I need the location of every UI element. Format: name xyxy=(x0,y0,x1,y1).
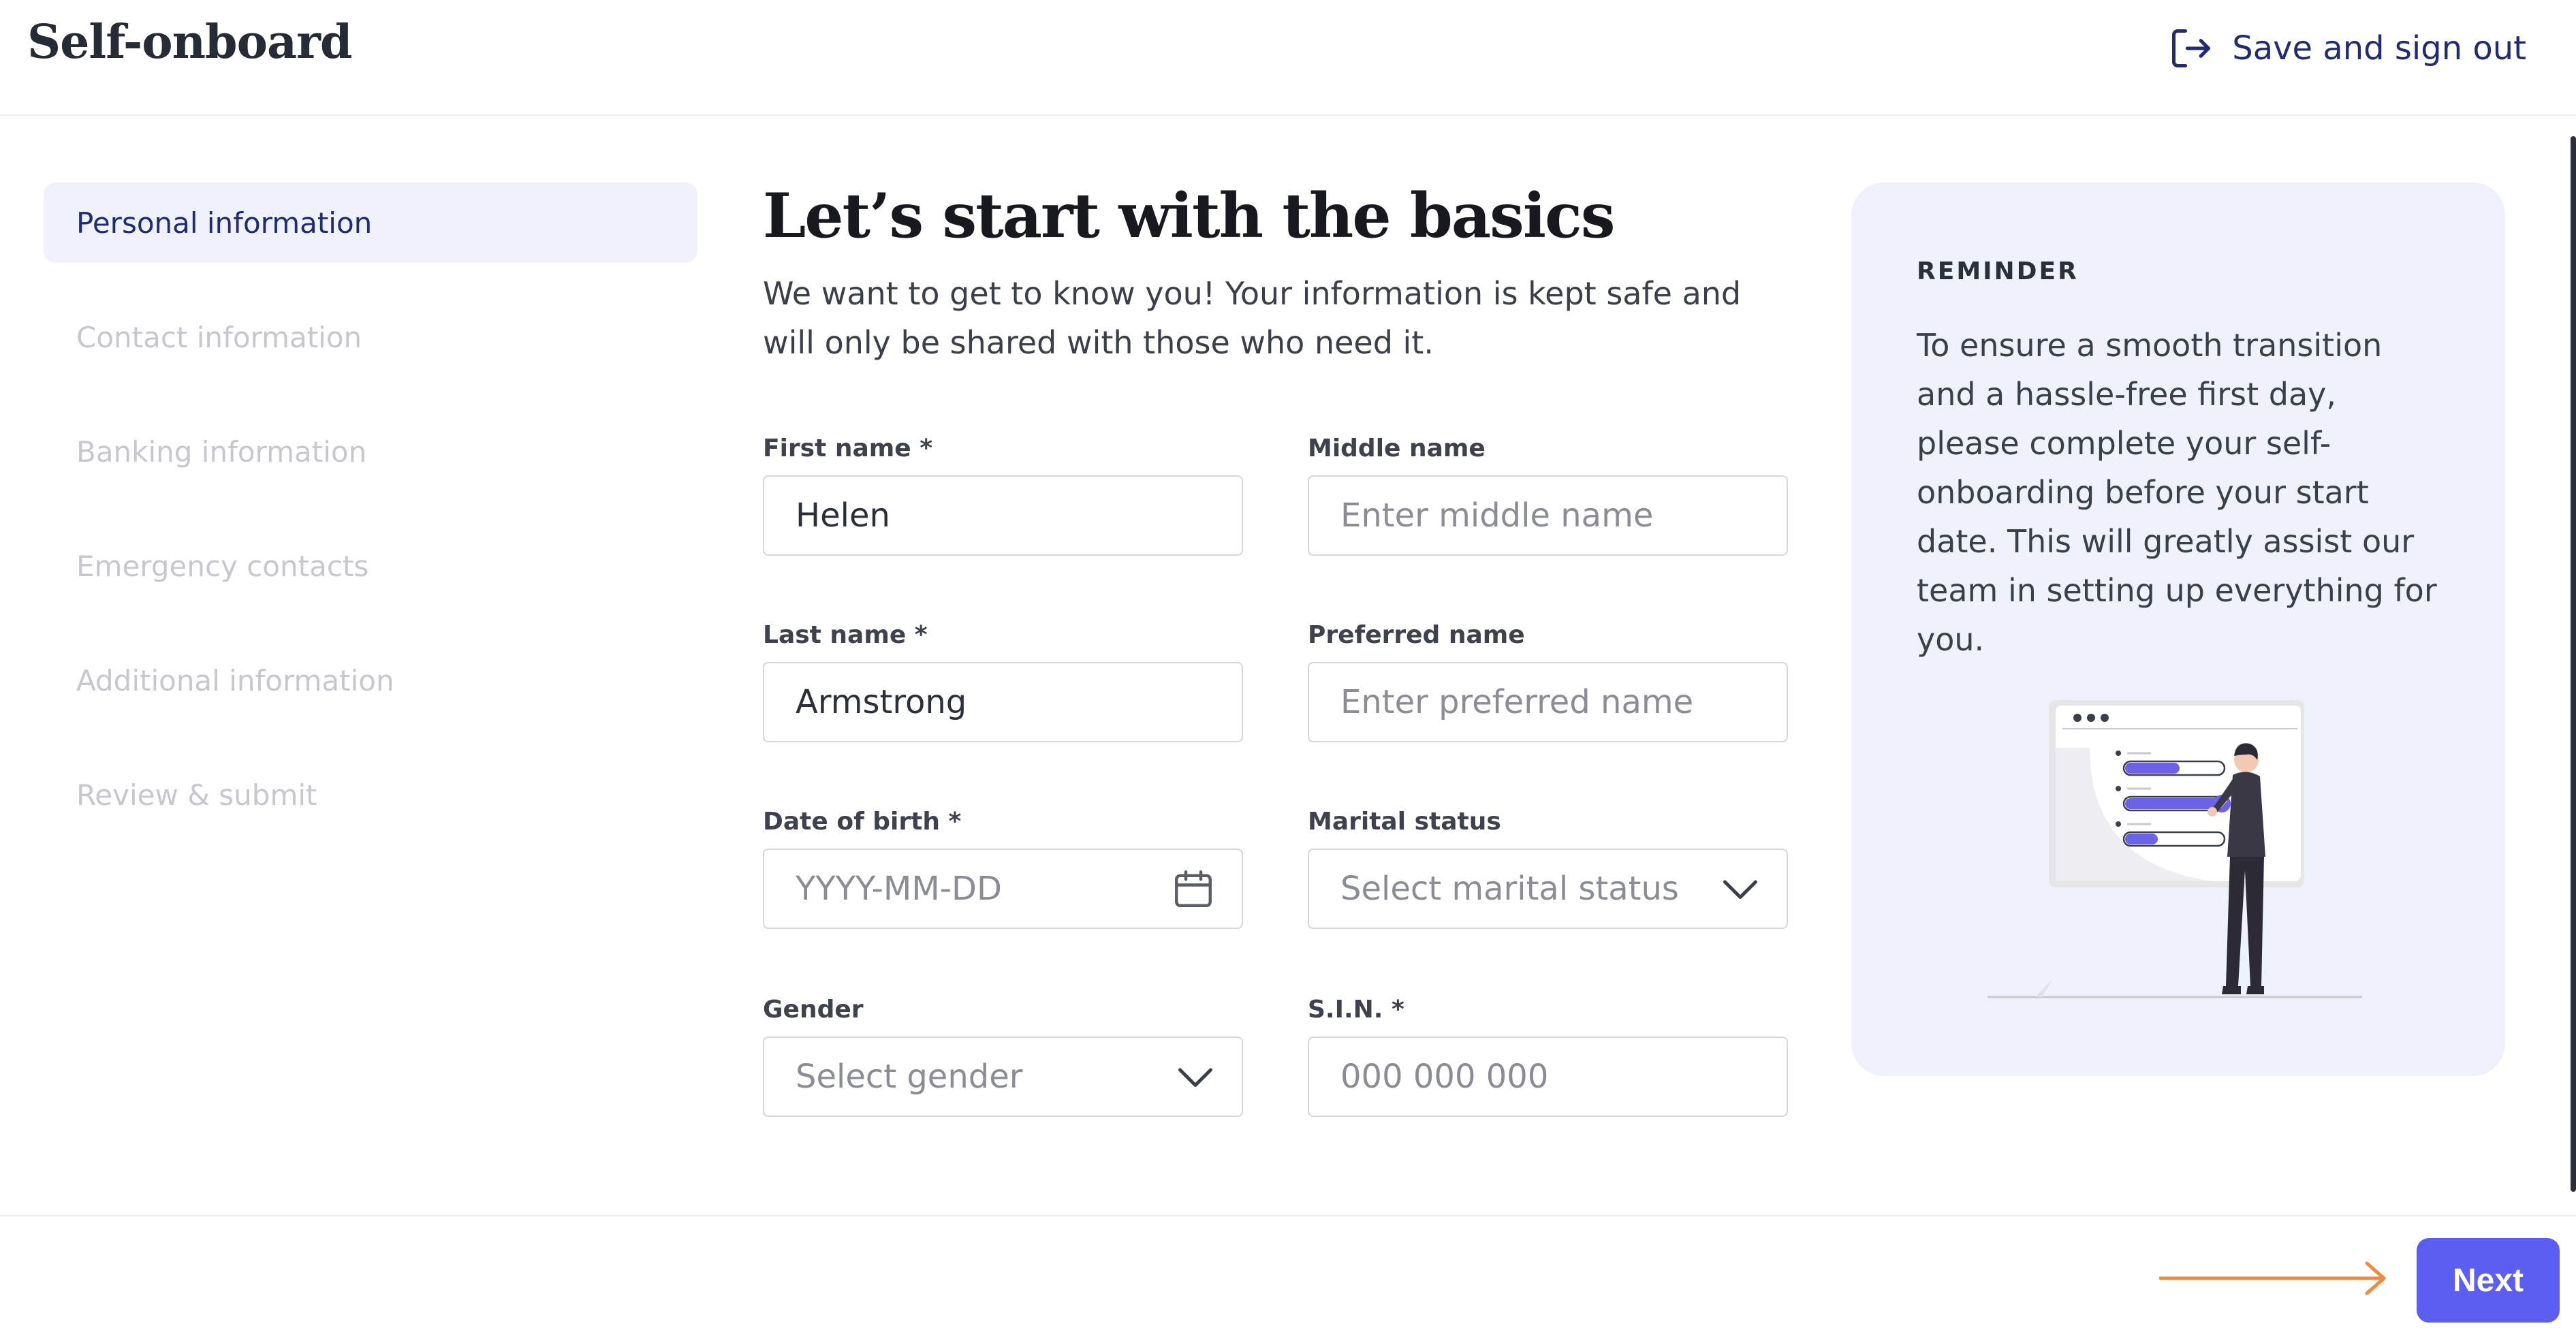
page-title: Let’s start with the basics xyxy=(763,180,1616,252)
middle-name-label: Middle name xyxy=(1308,434,1486,462)
sidebar-item-label: Emergency contacts xyxy=(76,549,369,583)
date-of-birth-input[interactable]: YYYY-MM-DD xyxy=(763,849,1243,929)
date-of-birth-field: Date of birth * YYYY-MM-DD xyxy=(763,808,1243,929)
preferred-name-label: Preferred name xyxy=(1308,621,1525,649)
last-name-value: Armstrong xyxy=(796,683,967,721)
page-scrollbar[interactable] xyxy=(2571,136,2576,1192)
chevron-down-icon xyxy=(1723,880,1757,899)
sidebar-item-label: Additional information xyxy=(76,663,394,697)
first-name-input[interactable]: Helen xyxy=(763,475,1243,556)
gender-placeholder: Select gender xyxy=(796,1058,1023,1096)
onboarding-illustration xyxy=(1988,700,2362,998)
save-and-sign-out-label: Save and sign out xyxy=(2232,29,2526,67)
step-sidebar: Personal information Contact information… xyxy=(44,183,697,869)
marital-status-placeholder: Select marital status xyxy=(1340,870,1679,908)
sin-label: S.I.N. * xyxy=(1308,996,1404,1024)
sidebar-item-contact-information[interactable]: Contact information xyxy=(44,297,697,377)
sidebar-item-personal-information[interactable]: Personal information xyxy=(44,183,697,263)
sin-field: S.I.N. * 000 000 000 xyxy=(1308,996,1788,1117)
sin-input[interactable]: 000 000 000 xyxy=(1308,1037,1788,1117)
marital-status-select[interactable]: Select marital status xyxy=(1308,849,1788,929)
first-name-label: First name * xyxy=(763,434,933,462)
main-content: Let’s start with the basics We want to g… xyxy=(763,180,1791,1117)
date-of-birth-label: Date of birth * xyxy=(763,808,962,836)
middle-name-placeholder: Enter middle name xyxy=(1340,496,1654,535)
arrow-right-icon xyxy=(2159,1261,2386,1295)
calendar-icon[interactable] xyxy=(1171,865,1216,913)
last-name-input[interactable]: Armstrong xyxy=(763,662,1243,742)
gender-label: Gender xyxy=(763,996,864,1024)
first-name-value: Helen xyxy=(796,496,890,535)
chevron-down-icon xyxy=(1178,1068,1212,1087)
top-header: Self-onboard Save and sign out xyxy=(0,0,2576,116)
preferred-name-placeholder: Enter preferred name xyxy=(1340,683,1694,721)
middle-name-input[interactable]: Enter middle name xyxy=(1308,475,1788,556)
last-name-field: Last name * Armstrong xyxy=(763,621,1243,742)
marital-status-field: Marital status Select marital status xyxy=(1308,808,1788,929)
sign-out-icon xyxy=(2172,29,2211,68)
gender-select[interactable]: Select gender xyxy=(763,1037,1243,1117)
gender-field: Gender Select gender xyxy=(763,996,1243,1117)
save-and-sign-out-button[interactable]: Save and sign out xyxy=(2168,25,2526,72)
last-name-label: Last name * xyxy=(763,621,928,649)
next-button[interactable]: Next xyxy=(2417,1238,2560,1323)
app-title: Self-onboard xyxy=(27,15,352,69)
reminder-card: REMINDER To ensure a smooth transition a… xyxy=(1851,183,2505,1076)
sidebar-item-label: Personal information xyxy=(76,206,373,240)
sin-placeholder: 000 000 000 xyxy=(1340,1058,1549,1096)
sidebar-item-label: Review & submit xyxy=(76,778,317,812)
middle-name-field: Middle name Enter middle name xyxy=(1308,434,1788,556)
first-name-field: First name * Helen xyxy=(763,434,1243,556)
sidebar-item-label: Banking information xyxy=(76,434,367,469)
marital-status-label: Marital status xyxy=(1308,808,1501,836)
intro-text: We want to get to know you! Your informa… xyxy=(763,275,1742,361)
sidebar-item-review-submit[interactable]: Review & submit xyxy=(44,755,697,835)
preferred-name-input[interactable]: Enter preferred name xyxy=(1308,662,1788,742)
sidebar-item-banking-information[interactable]: Banking information xyxy=(44,411,697,492)
reminder-body: To ensure a smooth transition and a hass… xyxy=(1917,327,2437,658)
sidebar-item-additional-information[interactable]: Additional information xyxy=(44,640,697,721)
sidebar-item-label: Contact information xyxy=(76,320,362,354)
date-of-birth-placeholder: YYYY-MM-DD xyxy=(796,870,1002,908)
sidebar-item-emergency-contacts[interactable]: Emergency contacts xyxy=(44,526,697,606)
preferred-name-field: Preferred name Enter preferred name xyxy=(1308,621,1788,742)
reminder-heading: REMINDER xyxy=(1917,257,2079,285)
